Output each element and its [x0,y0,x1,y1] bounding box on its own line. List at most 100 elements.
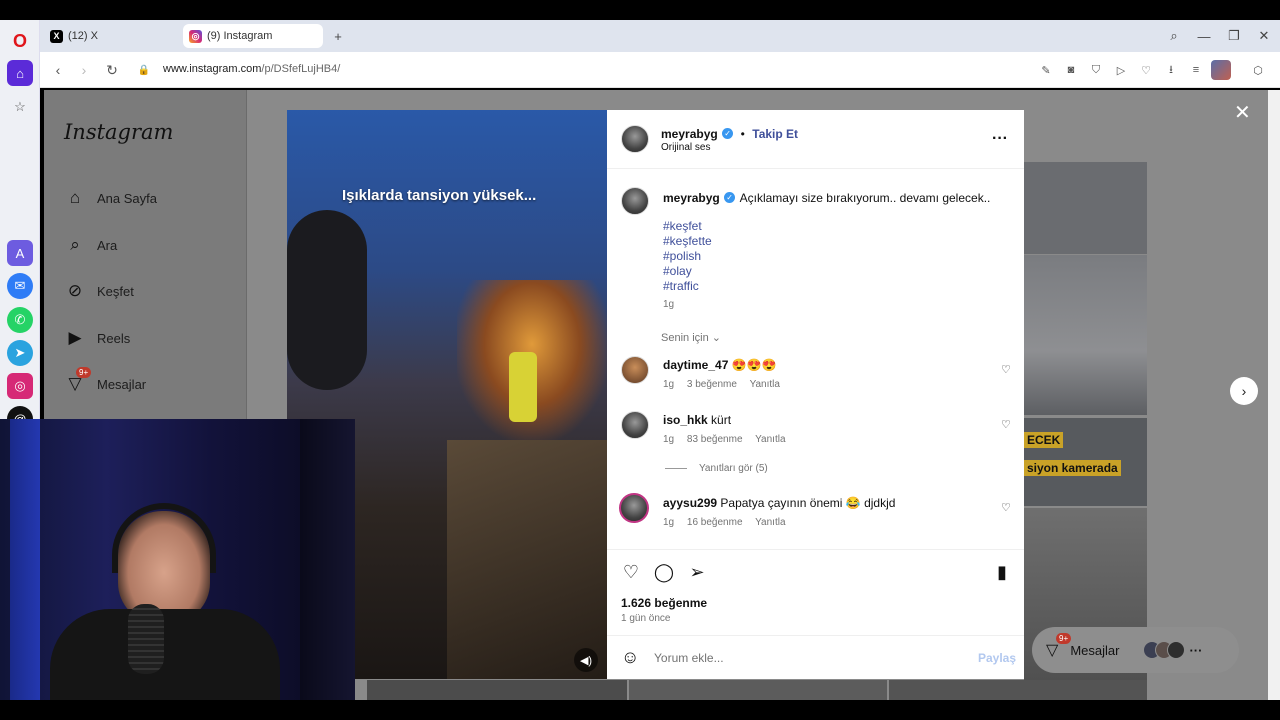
comment-likes[interactable]: 3 beğenme [687,379,737,390]
messenger-icon[interactable]: ✉ [7,273,33,299]
nav-home[interactable]: ⌂ Ana Sayfa [64,185,157,211]
new-tab-icon[interactable]: + [328,26,348,46]
aria-icon[interactable]: A [7,240,33,266]
opera-logo-icon[interactable]: O [7,28,33,54]
caption-text: Açıklamayı size bırakıyorum.. devamı gel… [739,191,991,205]
comment-username[interactable]: ayysu299 [663,496,717,510]
volume-icon[interactable]: ◀) [574,648,598,672]
messages-icon: ▽ 9+ [1046,633,1072,660]
close-window-icon[interactable]: ✕ [1254,26,1274,46]
url-field[interactable]: www.instagram.com/p/DSfefLujHB4/ [163,63,340,75]
audio-label[interactable]: Orijinal ses [661,142,710,153]
bookmark-icon[interactable]: ▮ [991,561,1013,583]
chevron-right-icon[interactable]: › [1230,377,1258,405]
video-motorcycle [447,440,607,679]
forward-icon[interactable]: › [74,60,94,80]
filter-label: Senin için [661,332,709,344]
reply-button[interactable]: Yanıtla [755,517,785,528]
post-username[interactable]: meyrabyg [661,127,718,141]
share-comment-button[interactable]: Paylaş [978,651,1016,665]
telegram-icon[interactable]: ➤ [7,340,33,366]
avatar[interactable] [621,356,649,384]
profile-avatar[interactable] [1211,60,1231,80]
comment-meta: 1g 3 beğenme Yanıtla [663,379,790,390]
nav-explore[interactable]: ⊘ Keşfet [64,278,134,304]
tab-x[interactable]: X (12) X [44,24,180,48]
instagram-logo[interactable]: Instagram [64,120,173,144]
edit-icon[interactable]: ✎ [1038,62,1054,78]
heart-icon[interactable]: ♡ [1138,62,1154,78]
comment-icon[interactable]: ◯ [653,561,675,583]
camera-icon[interactable]: ◙ [1063,62,1079,78]
send-icon[interactable]: ▷ [1113,62,1129,78]
nav-search[interactable]: ⌕ Ara [64,232,117,258]
whatsapp-icon[interactable]: ✆ [7,307,33,333]
download-icon[interactable]: ⭳ [1163,62,1179,78]
like-icon[interactable]: ♡ [620,561,642,583]
address-bar: ‹ › ↻ 🔒 www.instagram.com/p/DSfefLujHB4/… [40,52,1280,88]
menu-icon[interactable]: ≡ [1188,62,1204,78]
comment-filter-dropdown[interactable]: Senin için ⌄ [661,331,721,344]
caption-username[interactable]: meyrabyg [663,191,720,205]
messages-pill[interactable]: ▽ 9+ Mesajlar ··· [1032,627,1239,673]
minimize-icon[interactable]: — [1194,26,1214,46]
more-icon: ··· [1189,642,1203,658]
tab-instagram[interactable]: ◎ (9) Instagram [183,24,323,48]
hashtag-link[interactable]: #olay [663,264,692,278]
comment-time: 1g [663,434,675,445]
scrollbar[interactable] [1268,90,1280,700]
hashtag-link[interactable]: #traffic [663,279,699,293]
more-options-icon[interactable]: ··· [992,130,1008,148]
like-comment-icon[interactable]: ♡ [1001,418,1011,431]
background-thumbnail [367,680,627,700]
comment-username[interactable]: daytime_47 [663,358,728,372]
shield-icon[interactable]: ⛉ [1088,62,1104,78]
avatar[interactable] [621,187,649,215]
like-comment-icon[interactable]: ♡ [1001,363,1011,376]
comment-likes[interactable]: 83 beğenme [687,434,743,445]
home-icon[interactable]: ⌂ [7,60,33,86]
thumbnail-text: siyon kamerada [1024,460,1121,476]
avatar[interactable] [619,493,649,523]
nav-reels[interactable]: ▶ Reels [64,325,130,351]
background-thumbnail [1024,255,1147,415]
comment-username[interactable]: iso_hkk [663,413,708,427]
comment: daytime_47 😍😍😍 [663,358,777,372]
pinboard-icon[interactable]: ☆ [7,94,33,120]
posted-time: 1 gün önce [621,613,671,624]
instagram-sidebar-icon[interactable]: ◎ [7,373,33,399]
nav-label: Ana Sayfa [97,190,157,206]
reply-button[interactable]: Yanıtla [755,434,785,445]
url-path: /p/DSfefLujHB4/ [261,63,341,75]
view-replies-button[interactable]: Yanıtları gör (5) [699,463,768,474]
avatar[interactable] [621,411,649,439]
nav-label: Reels [97,330,131,346]
comment-input[interactable]: Yorum ekle... [654,651,724,665]
extensions-icon[interactable]: ⬡ [1250,62,1266,78]
separator-dot: • [740,127,745,141]
emoji-icon[interactable]: ☺ [621,647,639,668]
top-letterbox [0,0,1280,20]
search-tabs-icon[interactable]: ⌕ [1164,26,1184,46]
hashtag-link[interactable]: #polish [663,249,701,263]
bottom-letterbox [0,700,1280,720]
follow-button[interactable]: Takip Et [752,127,798,141]
like-comment-icon[interactable]: ♡ [1001,501,1011,514]
close-icon[interactable]: ✕ [1234,100,1251,125]
back-icon[interactable]: ‹ [48,60,68,80]
comment: ayysu299 Papatya çayının önemi 😂 djdkjd [663,496,895,510]
hashtag-link[interactable]: #keşfette [663,234,712,248]
background-thumbnail [1024,162,1147,254]
url-domain: www.instagram.com [163,63,262,75]
webcam-overlay [0,419,355,720]
post-details-panel: meyrabyg ✓ • Takip Et Orijinal ses ··· m… [607,110,1024,679]
nav-messages[interactable]: ▽ 9+ Mesajlar [64,367,146,397]
likes-count[interactable]: 1.626 beğenme [621,596,707,610]
reply-button[interactable]: Yanıtla [750,379,780,390]
reload-icon[interactable]: ↻ [102,60,122,80]
share-icon[interactable]: ➢ [686,561,708,583]
hashtag-link[interactable]: #keşfet [663,219,702,233]
comment-likes[interactable]: 16 beğenme [687,517,743,528]
restore-icon[interactable]: ❐ [1224,26,1244,46]
avatar[interactable] [621,125,649,153]
